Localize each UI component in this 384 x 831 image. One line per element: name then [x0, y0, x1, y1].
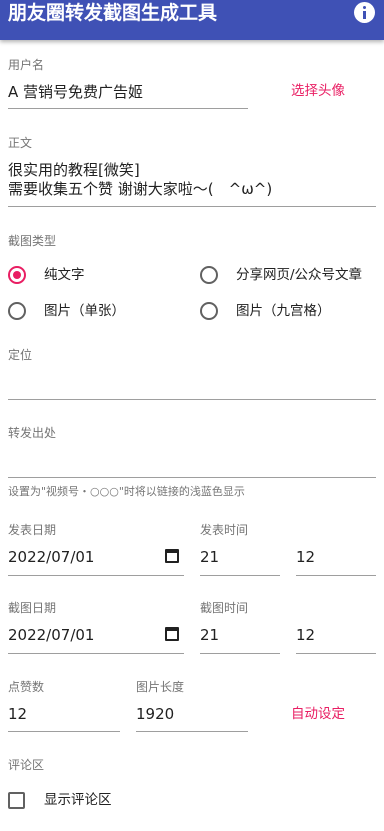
publish-date-input[interactable]: 2022/07/01 — [8, 547, 94, 567]
source-underline — [8, 477, 376, 478]
source-label: 转发出处 — [8, 426, 57, 440]
publish-hour-underline — [200, 575, 280, 576]
username-underline — [8, 108, 248, 109]
username-label: 用户名 — [8, 58, 45, 72]
publish-date-label: 发表日期 — [8, 523, 57, 537]
body-line-2: 需要收集五个赞 谢谢大家啦～( ^ω^) — [8, 180, 273, 198]
info-icon[interactable] — [354, 2, 375, 23]
app-title: 朋友圈转发截图生成工具 — [8, 2, 218, 24]
publish-time-label: 发表时间 — [200, 523, 249, 537]
show-comments-checkbox[interactable] — [8, 792, 25, 809]
publish-minute-underline — [296, 575, 376, 576]
image-length-underline — [136, 731, 248, 732]
comments-label: 评论区 — [8, 758, 45, 772]
capture-date-input[interactable]: 2022/07/01 — [8, 625, 94, 645]
source-helper-text: 设置为"视频号・○○○"时将以链接的浅蓝色显示 — [8, 485, 245, 498]
radio-share-webpage-label[interactable]: 分享网页/公众号文章 — [236, 266, 362, 284]
location-input[interactable] — [8, 372, 376, 396]
calendar-icon[interactable] — [165, 549, 179, 563]
image-length-label: 图片长度 — [136, 680, 185, 694]
username-input[interactable]: A 营销号免费广告姬 — [8, 82, 143, 102]
screenshot-type-label: 截图类型 — [8, 234, 57, 248]
radio-text-only[interactable] — [8, 266, 26, 284]
publish-hour-input[interactable]: 21 — [200, 547, 219, 567]
body-label: 正文 — [8, 136, 33, 150]
auto-set-button[interactable]: 自动设定 — [291, 705, 345, 723]
radio-single-image[interactable] — [8, 302, 26, 320]
radio-nine-grid-label[interactable]: 图片（九宫格） — [236, 302, 331, 320]
body-line-1: 很实用的教程[微笑] — [8, 161, 140, 179]
radio-nine-grid[interactable] — [200, 302, 218, 320]
capture-hour-underline — [200, 653, 280, 654]
body-underline — [8, 206, 376, 207]
publish-minute-input[interactable]: 12 — [296, 547, 315, 567]
capture-minute-underline — [296, 653, 376, 654]
radio-share-webpage[interactable] — [200, 266, 218, 284]
capture-minute-input[interactable]: 12 — [296, 625, 315, 645]
capture-time-label: 截图时间 — [200, 601, 249, 615]
capture-date-label: 截图日期 — [8, 601, 57, 615]
calendar-icon[interactable] — [165, 627, 179, 641]
choose-avatar-button[interactable]: 选择头像 — [291, 82, 345, 100]
likes-underline — [8, 731, 120, 732]
capture-hour-input[interactable]: 21 — [200, 625, 219, 645]
capture-date-underline — [8, 653, 184, 654]
radio-text-only-label[interactable]: 纯文字 — [44, 266, 85, 284]
location-underline — [8, 399, 376, 400]
source-input[interactable] — [8, 450, 376, 474]
image-length-input[interactable]: 1920 — [136, 704, 174, 724]
likes-input[interactable]: 12 — [8, 704, 27, 724]
location-label: 定位 — [8, 348, 33, 362]
app-bar: 朋友圈转发截图生成工具 — [0, 0, 384, 40]
likes-label: 点赞数 — [8, 680, 45, 694]
radio-single-image-label[interactable]: 图片（单张） — [44, 302, 125, 320]
publish-date-underline — [8, 575, 184, 576]
show-comments-label[interactable]: 显示评论区 — [44, 791, 112, 809]
